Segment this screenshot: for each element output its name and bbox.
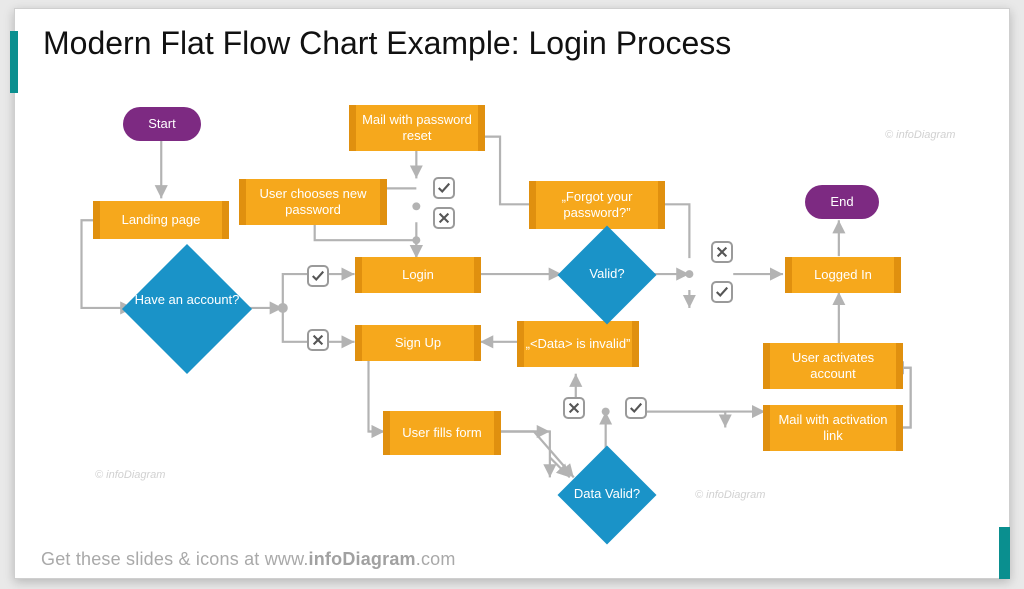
footer-domain-suffix: .com xyxy=(416,549,456,569)
watermark: © infoDiagram xyxy=(95,469,165,481)
node-landing-page: Landing page xyxy=(93,201,229,239)
node-sign-up: Sign Up xyxy=(355,325,481,361)
node-user-activates: User activates account xyxy=(763,343,903,389)
cross-icon xyxy=(563,397,585,419)
node-label: Mail with activation link xyxy=(770,412,896,443)
node-forgot-password: „Forgot your password?” xyxy=(529,181,665,229)
watermark: © infoDiagram xyxy=(885,129,955,141)
node-mail-reset: Mail with password reset xyxy=(349,105,485,151)
node-start: Start xyxy=(123,107,201,141)
footer-domain-bold: infoDiagram xyxy=(309,549,416,569)
node-label: Mail with password reset xyxy=(356,112,478,143)
node-label: „<Data> is invalid” xyxy=(526,336,631,352)
node-label: Login xyxy=(402,267,434,283)
node-data-invalid: „<Data> is invalid” xyxy=(517,321,639,367)
cross-icon xyxy=(307,329,329,351)
node-label: Start xyxy=(148,116,175,132)
node-label: Data Valid? xyxy=(547,487,667,502)
node-label: User fills form xyxy=(402,425,481,441)
node-login: Login xyxy=(355,257,481,293)
check-icon xyxy=(433,177,455,199)
node-logged-in: Logged In xyxy=(785,257,901,293)
node-mail-activation: Mail with activation link xyxy=(763,405,903,451)
check-icon xyxy=(625,397,647,419)
node-end: End xyxy=(805,185,879,219)
node-label: User activates account xyxy=(770,350,896,381)
node-user-fills-form: User fills form xyxy=(383,411,501,455)
node-label: „Forgot your password?” xyxy=(536,189,658,220)
slide: Modern Flat Flow Chart Example: Login Pr… xyxy=(14,8,1010,579)
check-icon xyxy=(307,265,329,287)
flowchart-canvas: Start End Mail with password reset User … xyxy=(15,9,1009,578)
cross-icon xyxy=(711,241,733,263)
node-label: Have an account? xyxy=(127,293,247,308)
check-icon xyxy=(711,281,733,303)
node-label: Logged In xyxy=(814,267,872,283)
node-label: Valid? xyxy=(547,267,667,282)
footer-domain-prefix: www. xyxy=(265,549,309,569)
node-choose-new-password: User chooses new password xyxy=(239,179,387,225)
node-label: Landing page xyxy=(122,212,201,228)
cross-icon xyxy=(433,207,455,229)
watermark: © infoDiagram xyxy=(695,489,765,501)
node-label: Sign Up xyxy=(395,335,441,351)
node-label: End xyxy=(830,194,853,210)
node-label: User chooses new password xyxy=(246,186,380,217)
footer-attribution: Get these slides & icons at www.infoDiag… xyxy=(41,549,456,570)
footer-text: Get these slides & icons at xyxy=(41,549,265,569)
